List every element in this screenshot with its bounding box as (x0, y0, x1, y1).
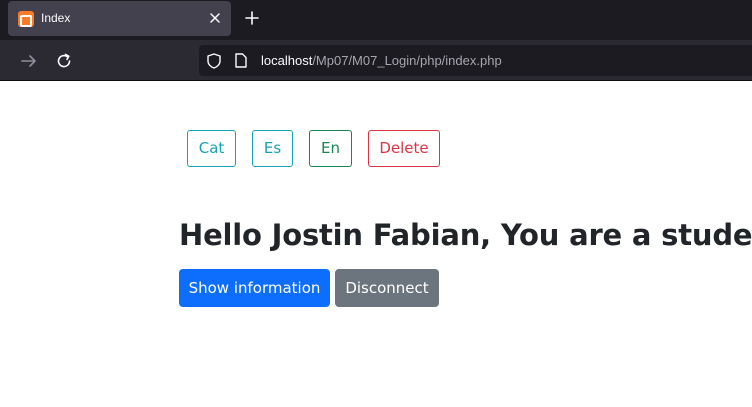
page-icon[interactable] (235, 53, 247, 68)
shield-icon[interactable] (207, 53, 221, 69)
url-text[interactable]: localhost/Mp07/M07_Login/php/index.php (261, 53, 502, 68)
language-button-es[interactable]: Es (252, 130, 293, 167)
show-information-button[interactable]: Show information (179, 269, 330, 307)
browser-toolbar: localhost/Mp07/M07_Login/php/index.php (0, 40, 752, 81)
plus-icon[interactable] (244, 10, 260, 26)
url-host: localhost (261, 53, 313, 68)
xampp-icon (18, 11, 34, 27)
tab-title: Index (41, 11, 71, 25)
close-icon[interactable] (207, 10, 223, 26)
language-button-en[interactable]: En (309, 130, 352, 167)
delete-button[interactable]: Delete (368, 130, 440, 167)
reload-icon[interactable] (55, 52, 73, 70)
url-path: /Mp07/M07_Login/php/index.php (312, 53, 502, 68)
browser-tab-index[interactable]: Index (8, 1, 231, 36)
greeting-heading: Hello Jostin Fabian, You are a student (179, 218, 752, 252)
disconnect-button[interactable]: Disconnect (335, 269, 439, 307)
language-button-cat[interactable]: Cat (187, 130, 236, 167)
browser-tabstrip: Index (0, 0, 752, 40)
arrow-right-icon[interactable] (20, 52, 38, 70)
address-bar[interactable]: localhost/Mp07/M07_Login/php/index.php (199, 45, 752, 76)
